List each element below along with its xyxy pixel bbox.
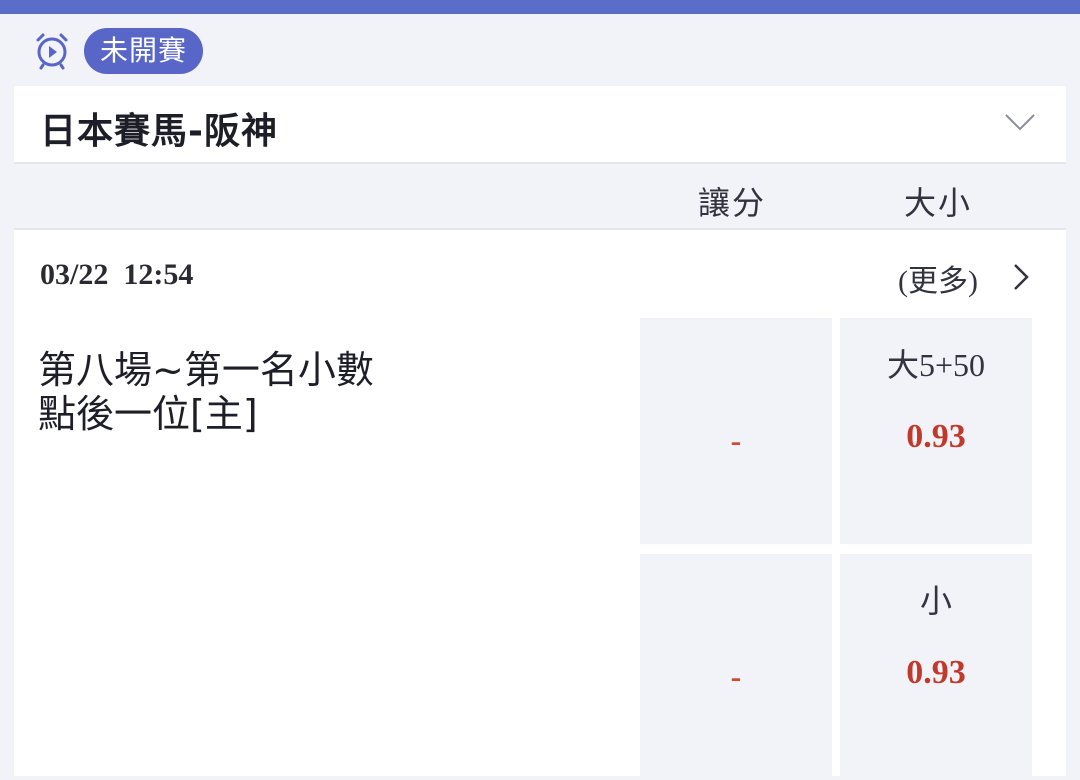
bet-name: 第八場~第一名小數 點後一位[主] xyxy=(38,348,458,436)
league-header[interactable]: 日本賽馬-阪神 xyxy=(14,86,1066,164)
total-cell-under[interactable]: 小 0.93 xyxy=(840,554,1032,780)
top-accent-line xyxy=(0,0,1080,14)
bet-name-line-1: 第八場~第一名小數 xyxy=(38,348,374,392)
chevron-down-icon[interactable] xyxy=(1004,112,1036,132)
match-datetime: 03/22 12:54 xyxy=(40,258,194,291)
spread-cell-over[interactable]: - xyxy=(640,318,832,544)
column-header-spread: 讓分 xyxy=(698,184,767,222)
league-title: 日本賽馬-阪神 xyxy=(40,111,278,152)
total-odds: 0.93 xyxy=(906,418,966,455)
bet-name-line-2: 點後一位[主] xyxy=(38,392,258,436)
column-header-row: 讓分 大小 xyxy=(14,164,1066,230)
spread-value: - xyxy=(730,422,742,458)
more-link[interactable]: (更多) xyxy=(898,256,978,300)
chevron-right-icon[interactable] xyxy=(1012,262,1030,292)
league-card: 日本賽馬-阪神 讓分 大小 03/22 12:54 (更多) 第八場~第一名小數… xyxy=(14,86,1066,780)
total-cell-over[interactable]: 大5+50 0.93 xyxy=(840,318,1032,544)
spread-cell-under[interactable]: - xyxy=(640,554,832,780)
match-status-badge: 未開賽 xyxy=(84,28,204,74)
spread-value: - xyxy=(730,658,742,694)
status-bar: 未開賽 xyxy=(0,14,1080,86)
total-line-label: 大5+50 xyxy=(886,347,986,383)
column-header-total: 大小 xyxy=(904,184,973,222)
alarm-clock-icon xyxy=(36,33,68,70)
total-odds: 0.93 xyxy=(906,654,966,691)
total-line-label: 小 xyxy=(919,583,952,619)
